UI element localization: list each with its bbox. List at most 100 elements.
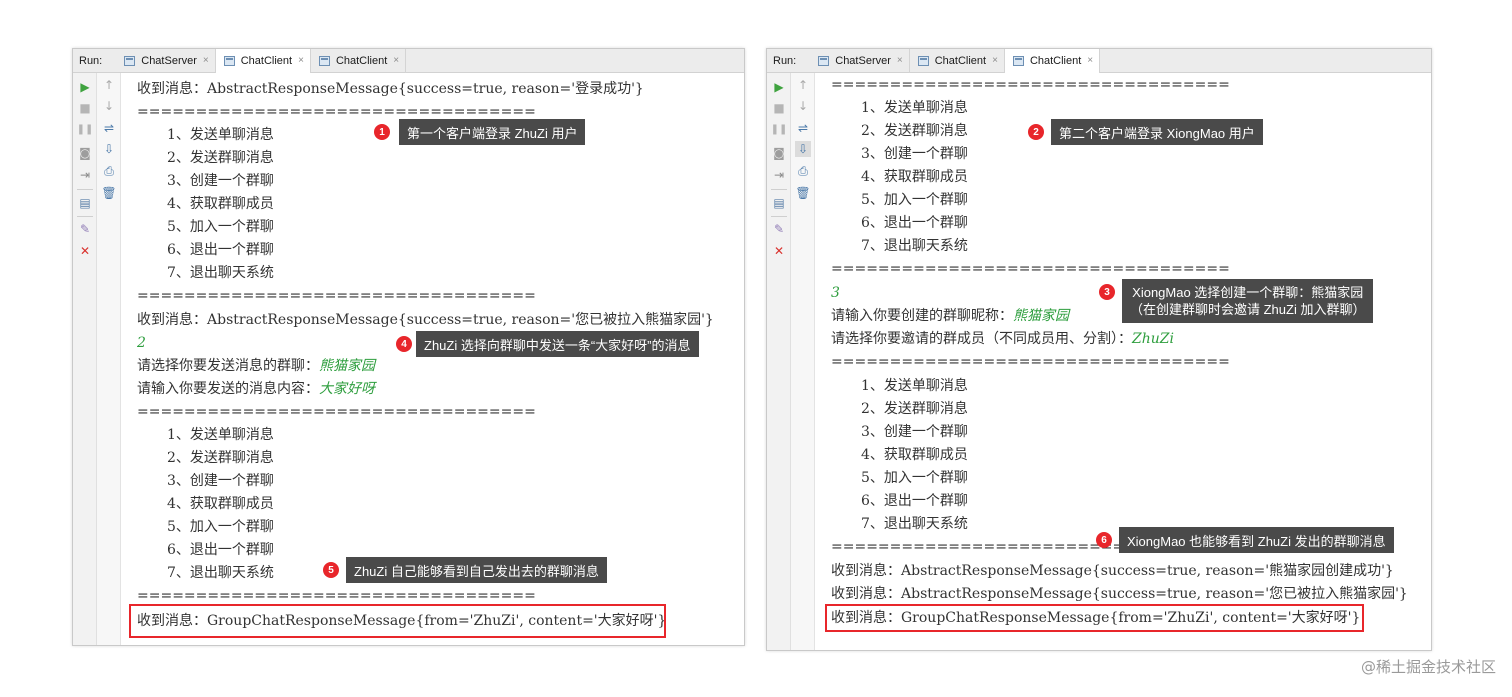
menu-item: 7、退出聊天系统 bbox=[861, 516, 968, 532]
close-icon[interactable]: × bbox=[1087, 55, 1093, 66]
up-arrow-icon[interactable]: ↑ bbox=[101, 77, 117, 93]
stop-icon[interactable]: ■ bbox=[77, 100, 93, 116]
user-input: 熊猫家园 bbox=[1013, 308, 1069, 324]
menu-item: 5、加入一个群聊 bbox=[167, 219, 274, 235]
run-tab-bar: Run: ChatServer × ChatClient × ChatClient × bbox=[767, 49, 1431, 73]
menu-item: 2、发送群聊消息 bbox=[861, 401, 968, 417]
run-toolbar: ▶ ■ ❚❚ ◙ ⇥ ▤ ✎ ✕ bbox=[73, 73, 97, 645]
menu-item: 2、发送群聊消息 bbox=[861, 123, 968, 139]
console-icon bbox=[223, 55, 235, 66]
close-icon[interactable]: ✕ bbox=[771, 243, 787, 259]
separator-line: ================================== bbox=[137, 404, 536, 420]
step-marker: 1 bbox=[374, 124, 390, 140]
console-line: 收到消息：AbstractResponseMessage{success=tru… bbox=[831, 586, 1408, 602]
menu-item: 2、发送群聊消息 bbox=[167, 450, 274, 466]
tab-label: ChatClient bbox=[240, 54, 293, 67]
print-icon[interactable]: ⎙ bbox=[795, 163, 811, 179]
layout-icon[interactable]: ▤ bbox=[771, 195, 787, 211]
prompt-line: 请选择你要邀请的群成员（不同成员用、分割）：ZhuZi bbox=[831, 330, 1174, 348]
tab-label: ChatClient bbox=[1029, 54, 1082, 67]
console-output: ================================== 1、发送单… bbox=[815, 73, 1431, 650]
scroll-icon[interactable]: ⇩ bbox=[101, 141, 117, 157]
tab-label: ChatServer bbox=[141, 54, 197, 67]
wrap-icon[interactable]: ⇌ bbox=[101, 120, 117, 136]
menu-item: 6、退出一个群聊 bbox=[861, 215, 968, 231]
console-icon bbox=[818, 55, 830, 66]
pin-icon[interactable]: ✎ bbox=[77, 221, 93, 237]
stop-icon[interactable]: ■ bbox=[771, 100, 787, 116]
menu-item: 7、退出聊天系统 bbox=[861, 238, 968, 254]
tab-chatclient-2[interactable]: ChatClient × bbox=[311, 49, 407, 73]
close-icon[interactable]: × bbox=[393, 55, 399, 66]
close-icon[interactable]: × bbox=[992, 55, 998, 66]
pin-icon[interactable]: ✎ bbox=[771, 221, 787, 237]
step-marker: 4 bbox=[396, 336, 412, 352]
camera-icon[interactable]: ◙ bbox=[77, 145, 93, 161]
scroll-icon[interactable]: ⇩ bbox=[795, 141, 811, 157]
user-input: 大家好呀 bbox=[319, 381, 375, 397]
menu-item: 1、发送单聊消息 bbox=[861, 378, 968, 394]
user-input: 2 bbox=[137, 335, 146, 351]
prompt-line: 请输入你要发送的消息内容：大家好呀 bbox=[137, 380, 375, 398]
prompt-text: 请输入你要发送的消息内容： bbox=[137, 381, 319, 397]
user-input: 熊猫家园 bbox=[319, 358, 375, 374]
print-icon[interactable]: ⎙ bbox=[101, 163, 117, 179]
step-marker: 5 bbox=[323, 562, 339, 578]
up-arrow-icon[interactable]: ↑ bbox=[795, 77, 811, 93]
down-arrow-icon[interactable]: ↓ bbox=[795, 98, 811, 114]
close-icon[interactable]: × bbox=[203, 55, 209, 66]
watermark: @稀土掘金技术社区 bbox=[1360, 658, 1496, 676]
separator-line: ================================== bbox=[831, 354, 1230, 370]
tab-chatclient-1[interactable]: ChatClient × bbox=[910, 49, 1005, 73]
pause-icon[interactable]: ❚❚ bbox=[771, 122, 788, 138]
run-label: Run: bbox=[79, 54, 103, 67]
tab-chatclient-2[interactable]: ChatClient × bbox=[1004, 49, 1101, 73]
tab-label: ChatServer bbox=[835, 54, 891, 67]
run-icon[interactable]: ▶ bbox=[771, 79, 787, 95]
separator-line: ================================== bbox=[137, 588, 536, 604]
step-marker: 2 bbox=[1028, 124, 1044, 140]
tab-chatclient-1[interactable]: ChatClient × bbox=[215, 49, 311, 73]
run-icon[interactable]: ▶ bbox=[77, 79, 93, 95]
prompt-text: 请选择你要邀请的群成员（不同成员用、分割）： bbox=[831, 331, 1132, 347]
menu-item: 6、退出一个群聊 bbox=[861, 493, 968, 509]
prompt-text: 请选择你要发送消息的群聊： bbox=[137, 358, 319, 374]
close-icon[interactable]: × bbox=[298, 55, 304, 66]
exit-icon[interactable]: ⇥ bbox=[77, 167, 93, 183]
tab-chatserver[interactable]: ChatServer × bbox=[116, 49, 216, 73]
callout-line: （在创建群聊时会邀请 ZhuZi 加入群聊） bbox=[1130, 302, 1366, 317]
prompt-text: 请输入你要创建的群聊昵称： bbox=[831, 308, 1013, 324]
toolbar-divider bbox=[771, 189, 787, 190]
trash-icon[interactable]: 🗑 bbox=[795, 185, 811, 201]
menu-item: 3、创建一个群聊 bbox=[861, 146, 968, 162]
menu-item: 3、创建一个群聊 bbox=[861, 424, 968, 440]
camera-icon[interactable]: ◙ bbox=[771, 145, 787, 161]
separator-line: ================================== bbox=[831, 261, 1230, 277]
separator-line: ================================== bbox=[831, 77, 1230, 93]
console-line: 收到消息：AbstractResponseMessage{success=tru… bbox=[831, 563, 1394, 579]
pause-icon[interactable]: ❚❚ bbox=[77, 122, 94, 138]
menu-item: 5、加入一个群聊 bbox=[167, 519, 274, 535]
console-icon bbox=[917, 55, 929, 66]
annotation-callout: ZhuZi 自己能够看到自己发出去的群聊消息 bbox=[346, 557, 607, 583]
toolbar-divider bbox=[771, 216, 787, 217]
console-toolbar: ↑ ↓ ⇌ ⇩ ⎙ 🗑 bbox=[97, 73, 121, 645]
down-arrow-icon[interactable]: ↓ bbox=[101, 98, 117, 114]
layout-icon[interactable]: ▤ bbox=[77, 195, 93, 211]
tab-chatserver[interactable]: ChatServer × bbox=[810, 49, 910, 73]
annotation-callout: XiongMao 也能够看到 ZhuZi 发出的群聊消息 bbox=[1119, 527, 1394, 553]
wrap-icon[interactable]: ⇌ bbox=[795, 120, 811, 136]
step-marker: 6 bbox=[1096, 532, 1112, 548]
menu-item: 5、加入一个群聊 bbox=[861, 470, 968, 486]
close-icon[interactable]: ✕ bbox=[77, 243, 93, 259]
trash-icon[interactable]: 🗑 bbox=[101, 185, 117, 201]
close-icon[interactable]: × bbox=[897, 55, 903, 66]
menu-item: 1、发送单聊消息 bbox=[861, 100, 968, 116]
user-input: 3 bbox=[831, 285, 840, 301]
run-toolbar: ▶ ■ ❚❚ ◙ ⇥ ▤ ✎ ✕ bbox=[767, 73, 791, 650]
annotation-callout: 第二个客户端登录 XiongMao 用户 bbox=[1051, 119, 1263, 145]
exit-icon[interactable]: ⇥ bbox=[771, 167, 787, 183]
console-icon bbox=[1012, 55, 1024, 66]
menu-item: 1、发送单聊消息 bbox=[167, 427, 274, 443]
menu-item: 4、获取群聊成员 bbox=[167, 496, 274, 512]
